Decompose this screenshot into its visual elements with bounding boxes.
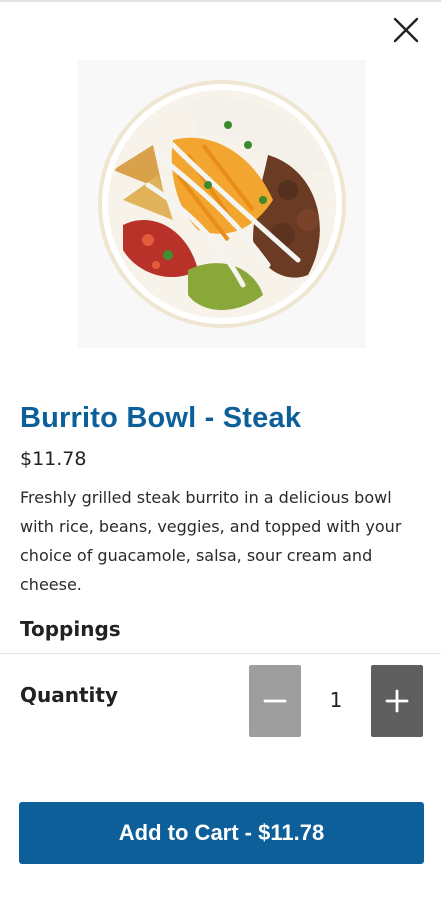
top-divider — [0, 0, 441, 2]
close-button[interactable] — [388, 12, 424, 48]
product-description: Freshly grilled steak burrito in a delic… — [20, 488, 402, 594]
close-icon — [393, 17, 419, 43]
product-image — [78, 60, 366, 348]
product-title: Burrito Bowl - Steak — [20, 402, 302, 434]
quantity-decrease-button[interactable] — [249, 665, 301, 737]
product-price: $11.78 — [20, 448, 87, 470]
quantity-label: Quantity — [20, 683, 118, 707]
quantity-value: 1 — [329, 688, 343, 712]
toppings-heading: Toppings — [20, 617, 121, 641]
plus-icon — [385, 689, 409, 713]
minus-icon — [263, 699, 287, 703]
section-divider — [0, 653, 441, 654]
add-to-cart-button[interactable]: Add to Cart - $11.78 — [19, 802, 424, 864]
burrito-bowl-image — [78, 60, 366, 348]
quantity-increase-button[interactable] — [371, 665, 423, 737]
